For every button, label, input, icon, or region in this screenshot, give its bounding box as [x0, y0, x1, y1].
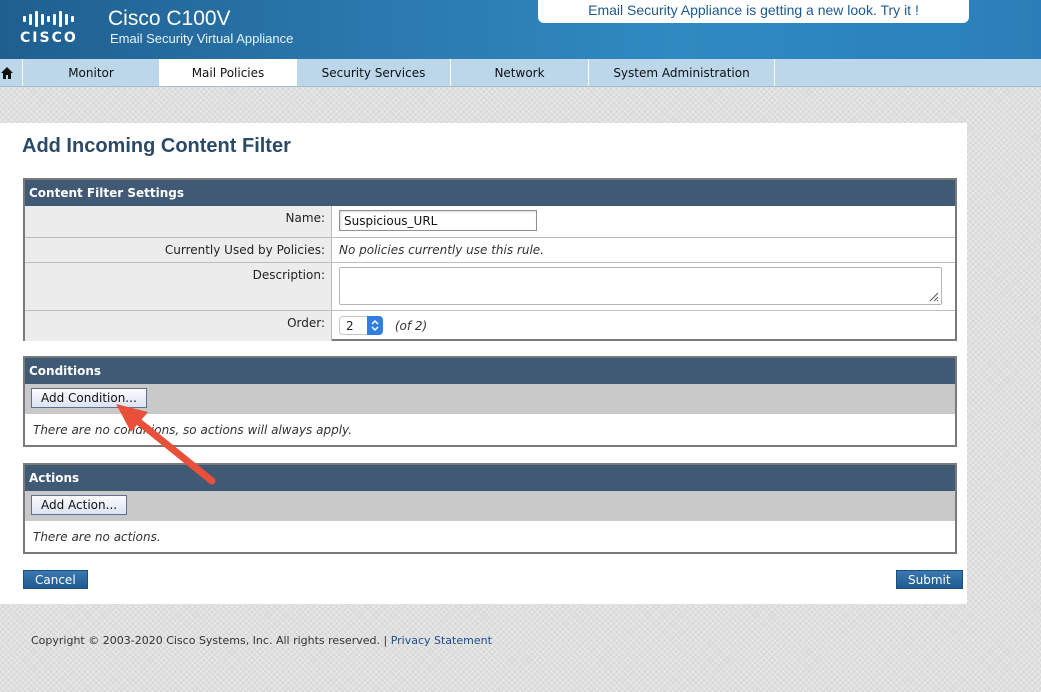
order-total: (of 2)	[394, 318, 428, 333]
privacy-statement-link[interactable]: Privacy Statement	[391, 634, 492, 647]
submit-button[interactable]: Submit	[896, 570, 963, 589]
home-icon[interactable]	[0, 66, 14, 80]
description-row: Description:	[25, 262, 955, 310]
order-row: Order: 2 (of 2)	[25, 310, 955, 341]
new-look-banner-link[interactable]: Email Security Appliance is getting a ne…	[538, 0, 969, 23]
tab-system-administration[interactable]: System Administration	[589, 59, 775, 86]
used-by-label: Currently Used by Policies:	[25, 238, 332, 262]
conditions-heading: Conditions	[25, 358, 955, 384]
resize-handle-icon[interactable]	[927, 290, 939, 302]
tab-monitor[interactable]: Monitor	[22, 59, 160, 86]
settings-section-heading: Content Filter Settings	[25, 180, 955, 206]
actions-empty-text: There are no actions.	[33, 530, 161, 544]
copyright-text: Copyright © 2003-2020 Cisco Systems, Inc…	[31, 634, 388, 647]
tab-mail-policies[interactable]: Mail Policies	[160, 59, 297, 86]
description-textarea[interactable]	[339, 267, 942, 305]
cisco-wordmark: CISCO	[20, 30, 78, 46]
product-subtitle: Email Security Virtual Appliance	[110, 31, 294, 46]
cisco-logo: CISCO	[20, 10, 90, 50]
settings-section: Content Filter Settings Name: Currently …	[23, 178, 957, 341]
actions-heading: Actions	[25, 465, 955, 491]
tab-network[interactable]: Network	[451, 59, 589, 86]
add-action-button[interactable]: Add Action...	[31, 495, 128, 515]
page-title: Add Incoming Content Filter	[22, 135, 291, 157]
main-panel: Add Incoming Content Filter Content Filt…	[0, 123, 967, 604]
name-row: Name:	[25, 206, 955, 237]
order-label: Order:	[25, 311, 332, 341]
tab-security-services[interactable]: Security Services	[297, 59, 451, 86]
add-condition-button[interactable]: Add Condition...	[31, 388, 147, 408]
actions-toolbar: Add Action...	[25, 491, 955, 521]
order-select-value: 2	[346, 318, 354, 333]
conditions-section: Conditions Add Condition... There are no…	[23, 356, 957, 447]
name-label: Name:	[25, 206, 332, 237]
conditions-toolbar: Add Condition...	[25, 384, 955, 414]
actions-section: Actions Add Action... There are no actio…	[23, 463, 957, 554]
conditions-empty-text: There are no conditions, so actions will…	[33, 423, 353, 437]
cisco-bars-icon	[23, 10, 90, 28]
description-label: Description:	[25, 263, 332, 310]
cancel-button[interactable]: Cancel	[23, 570, 88, 589]
main-nav: Monitor Mail Policies Security Services …	[0, 59, 1041, 87]
name-input[interactable]	[339, 210, 537, 231]
product-name: Cisco C100V	[108, 7, 231, 30]
select-stepper-icon[interactable]	[367, 316, 383, 335]
used-by-value: No policies currently use this rule.	[339, 243, 544, 257]
footer: Copyright © 2003-2020 Cisco Systems, Inc…	[31, 634, 492, 647]
app-header: CISCO Cisco C100V Email Security Virtual…	[0, 0, 1041, 59]
order-select[interactable]: 2	[339, 316, 383, 335]
used-by-row: Currently Used by Policies: No policies …	[25, 237, 955, 262]
